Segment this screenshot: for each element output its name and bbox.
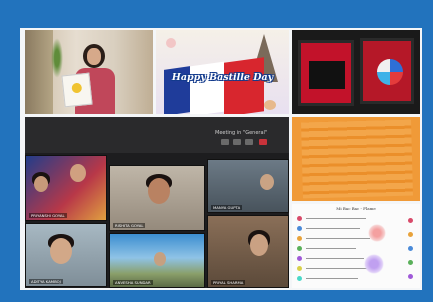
text-line [306, 278, 358, 279]
balloon [166, 38, 176, 48]
text-line [306, 248, 356, 249]
bullet [408, 274, 413, 279]
bullet [297, 236, 302, 241]
flower-drawing [368, 224, 386, 242]
embossed-paper [301, 119, 413, 199]
bullet [297, 226, 302, 231]
participant-name: ADITYA KAMBOJ [29, 279, 63, 284]
participant-tile: ADITYA KAMBOJ [25, 223, 107, 287]
text-line [306, 228, 360, 229]
photo-bastille-day-poster: Happy Bastille Day [156, 30, 289, 114]
participant-tile: MANYA GUPTA [207, 159, 289, 213]
camera-icon [221, 139, 229, 145]
face [148, 178, 170, 204]
photo-girl-with-card [25, 30, 153, 114]
text-line [306, 238, 370, 239]
bullet [408, 218, 413, 223]
participant-tile: PRIYANSHI GOYAL [25, 155, 107, 221]
flag-red-band [224, 57, 264, 114]
face [50, 238, 72, 264]
bullet [297, 216, 302, 221]
poster-title: Happy Bastille Day [171, 72, 274, 83]
participant-name: PRIYANSHI GOYAL [29, 213, 67, 218]
flower-drawing [364, 254, 384, 274]
mic-icon [233, 139, 241, 145]
text-line [306, 218, 366, 219]
participant-name: RISHITA GOYAL [113, 223, 146, 228]
flag-white-band [190, 61, 224, 114]
participant-tile: ANVESHA SUNDAR [109, 233, 205, 288]
photo-worksheet: Mi Bac Bac - Flame [292, 204, 420, 288]
text-line [306, 268, 368, 269]
bullet [297, 246, 302, 251]
bullet [408, 260, 413, 265]
red-folder-left [298, 40, 354, 106]
bullet [297, 276, 302, 281]
screenshot-video-meeting: Meeting in "General" PRIYANSHI GOYAL RIS… [25, 117, 289, 288]
macaron [264, 100, 276, 110]
folder-insert [309, 61, 345, 89]
bullet [408, 246, 413, 251]
share-icon [245, 139, 253, 145]
face [260, 174, 274, 190]
participant-name: MANYA GUPTA [211, 205, 243, 210]
photo-braille-sheet [292, 117, 420, 201]
curtain [25, 30, 53, 114]
participant-tile: RISHITA GOYAL [109, 165, 205, 231]
photo-red-folders [292, 30, 420, 114]
red-folder-right [360, 38, 414, 104]
plant [51, 38, 63, 78]
participant-tile: PRIYAL SHARMA [207, 215, 289, 288]
color-wheel [377, 59, 403, 85]
text-line [306, 258, 364, 259]
worksheet-heading: Mi Bac Bac - Flame [336, 206, 376, 211]
face [34, 176, 48, 192]
handmade-card [61, 72, 93, 108]
sun-drawing [71, 82, 83, 94]
participant-name: ANVESHA SUNDAR [113, 280, 153, 285]
face [154, 252, 166, 266]
hangup-icon [259, 139, 267, 145]
meeting-title: Meeting in "General" [215, 130, 268, 136]
bullet [408, 232, 413, 237]
bullet [297, 266, 302, 271]
participant-name: PRIYAL SHARMA [211, 280, 246, 285]
face [250, 234, 268, 256]
girl-face [87, 48, 101, 65]
bullet [297, 256, 302, 261]
face [70, 164, 86, 182]
